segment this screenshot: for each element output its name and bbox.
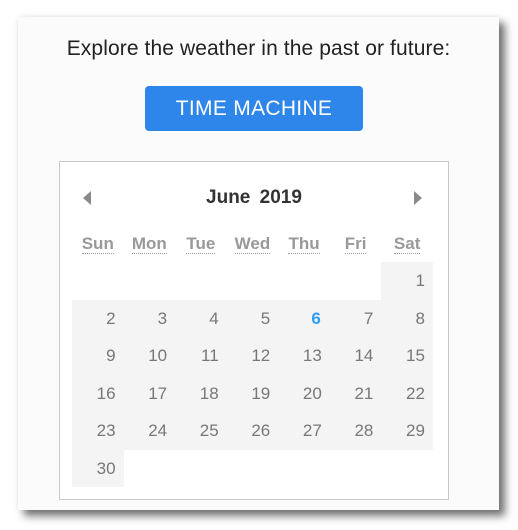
day-cell[interactable]: 17 bbox=[123, 374, 176, 412]
empty-cell bbox=[330, 262, 382, 300]
day-cell[interactable]: 22 bbox=[381, 374, 433, 412]
weekday-sun: Sun bbox=[72, 234, 124, 254]
day-cell[interactable]: 10 bbox=[123, 337, 176, 375]
day-cell[interactable]: 5 bbox=[226, 299, 279, 337]
day-cell[interactable]: 29 bbox=[381, 412, 433, 450]
empty-cell bbox=[124, 450, 176, 488]
weekday-label: Sat bbox=[393, 234, 421, 254]
weekday-label: Wed bbox=[234, 234, 271, 254]
weather-time-machine-panel: Explore the weather in the past or futur… bbox=[18, 17, 499, 510]
day-cell[interactable]: 4 bbox=[175, 299, 227, 337]
weekday-thu: Thu bbox=[278, 234, 330, 254]
weekday-sat: Sat bbox=[381, 234, 433, 254]
month-year-title: June 2019 bbox=[60, 187, 448, 209]
week-row: 1 bbox=[72, 262, 433, 300]
day-cell[interactable]: 8 bbox=[381, 299, 433, 337]
weekday-fri: Fri bbox=[330, 234, 382, 254]
week-row: 9 10 11 12 13 14 15 bbox=[72, 337, 433, 375]
day-cell[interactable]: 15 bbox=[381, 337, 433, 375]
empty-cell bbox=[124, 262, 176, 300]
empty-cell bbox=[278, 262, 330, 300]
week-row: 23 24 25 26 27 28 29 bbox=[72, 412, 433, 450]
weekday-label: Tue bbox=[186, 234, 216, 254]
day-cell[interactable]: 20 bbox=[278, 374, 330, 412]
day-cell[interactable]: 1 bbox=[381, 262, 433, 300]
weekday-header: Sun Mon Tue Wed Thu Fri Sat bbox=[72, 234, 433, 254]
day-cell[interactable]: 30 bbox=[72, 449, 124, 487]
week-row: 30 bbox=[72, 449, 433, 488]
empty-cell bbox=[227, 262, 279, 300]
day-cell[interactable]: 16 bbox=[72, 374, 124, 412]
weekday-wed: Wed bbox=[227, 234, 279, 254]
day-cell-today[interactable]: 6 bbox=[278, 299, 330, 337]
day-cell[interactable]: 14 bbox=[329, 337, 382, 375]
time-machine-button[interactable]: TIME MACHINE bbox=[145, 86, 363, 131]
day-cell[interactable]: 19 bbox=[226, 374, 279, 412]
empty-cell bbox=[381, 450, 433, 488]
calendar: June 2019 Sun Mon Tue Wed Thu Fri Sat 12345678… bbox=[59, 161, 449, 500]
day-cell[interactable]: 27 bbox=[278, 412, 330, 450]
week-row: 2345678 bbox=[72, 299, 433, 337]
day-cell[interactable]: 18 bbox=[175, 374, 227, 412]
weekday-label: Thu bbox=[288, 234, 320, 254]
day-cell[interactable]: 2 bbox=[72, 299, 124, 337]
week-row: 16 17 18 19 20 21 22 bbox=[72, 374, 433, 412]
empty-cell bbox=[175, 450, 227, 488]
day-cell[interactable]: 9 bbox=[72, 337, 124, 375]
empty-cell bbox=[330, 450, 382, 488]
empty-cell bbox=[175, 262, 227, 300]
day-cell[interactable]: 23 bbox=[72, 412, 124, 450]
weekday-label: Fri bbox=[344, 234, 367, 254]
weekday-tue: Tue bbox=[175, 234, 227, 254]
year-label: 2019 bbox=[259, 187, 302, 208]
weekday-label: Sun bbox=[81, 234, 114, 254]
day-cell[interactable]: 28 bbox=[329, 412, 382, 450]
day-cell[interactable]: 24 bbox=[123, 412, 176, 450]
empty-cell bbox=[278, 450, 330, 488]
day-cell[interactable]: 21 bbox=[329, 374, 382, 412]
day-cell[interactable]: 13 bbox=[278, 337, 330, 375]
next-month-icon[interactable] bbox=[414, 191, 422, 205]
weekday-label: Mon bbox=[131, 234, 167, 254]
headline: Explore the weather in the past or futur… bbox=[66, 37, 451, 60]
day-cell[interactable]: 7 bbox=[329, 299, 382, 337]
day-cell[interactable]: 26 bbox=[226, 412, 279, 450]
day-grid: 1 2 3 4 5 6 7 8 9 10 11 12 13 14 15 16 17 18 19 20 21 22 23 24 2… bbox=[72, 262, 433, 487]
day-cell[interactable]: 25 bbox=[175, 412, 227, 450]
empty-cell bbox=[227, 450, 279, 488]
day-cell[interactable]: 11 bbox=[175, 337, 227, 375]
day-cell[interactable]: 3 bbox=[123, 299, 176, 337]
day-cell[interactable]: 12 bbox=[226, 337, 279, 375]
weekday-mon: Mon bbox=[124, 234, 176, 254]
empty-cell bbox=[72, 262, 124, 300]
calendar-header: June 2019 bbox=[60, 184, 448, 212]
month-label: June bbox=[206, 187, 251, 208]
